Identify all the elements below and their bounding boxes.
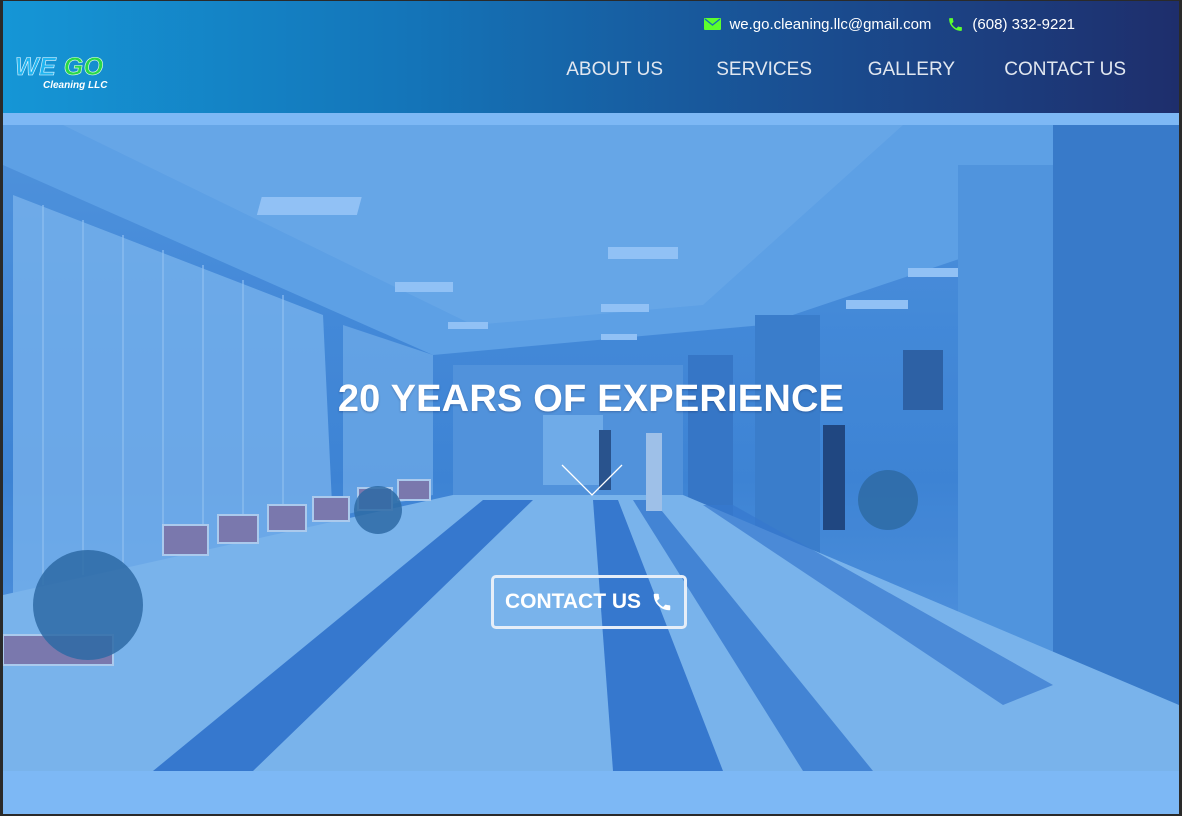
logo-word-we: WE xyxy=(15,53,57,82)
nav-services[interactable]: SERVICES xyxy=(716,59,812,81)
nav-gallery[interactable]: GALLERY xyxy=(868,59,955,81)
phone-link[interactable]: (608) 332-9221 xyxy=(947,16,1075,33)
page-frame: we.go.cleaning.llc@gmail.com (608) 332-9… xyxy=(3,1,1179,814)
nav-contact-us[interactable]: CONTACT US xyxy=(1004,59,1126,81)
hero-section: 20 YEARS OF EXPERIENCE CONTACT US xyxy=(3,125,1179,771)
contact-us-button[interactable]: CONTACT US xyxy=(491,575,687,629)
email-text: we.go.cleaning.llc@gmail.com xyxy=(729,15,932,33)
chevron-down-icon[interactable] xyxy=(560,463,624,497)
phone-icon xyxy=(949,17,963,31)
logo-word-go: GO xyxy=(63,53,104,82)
phone-text: (608) 332-9221 xyxy=(972,15,1075,33)
phone-icon xyxy=(653,593,671,611)
site-header: we.go.cleaning.llc@gmail.com (608) 332-9… xyxy=(3,1,1179,113)
logo-wordmark: WE GO xyxy=(15,53,104,82)
nav-about-us[interactable]: ABOUT US xyxy=(566,59,663,81)
hero-title: 20 YEARS OF EXPERIENCE xyxy=(337,378,845,420)
envelope-icon xyxy=(704,18,722,30)
hero-overlay xyxy=(3,125,1179,771)
logo-subtitle: Cleaning LLC xyxy=(43,80,108,91)
contact-strip: we.go.cleaning.llc@gmail.com (608) 332-9… xyxy=(688,13,1075,35)
company-logo[interactable]: WE GO Cleaning LLC xyxy=(15,53,125,95)
contact-us-button-label: CONTACT US xyxy=(504,590,642,613)
email-link[interactable]: we.go.cleaning.llc@gmail.com xyxy=(704,16,931,33)
